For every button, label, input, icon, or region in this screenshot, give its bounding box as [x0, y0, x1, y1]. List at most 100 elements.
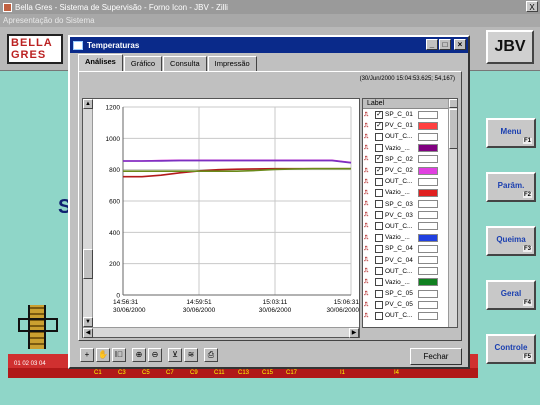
legend-row[interactable]: ⎍ OUT_C... — [363, 221, 457, 232]
legend-row[interactable]: ⎍ OUT_C... — [363, 176, 457, 187]
series-checkbox[interactable]: ✓ — [375, 121, 383, 130]
series-checkbox[interactable] — [375, 222, 383, 231]
series-checkbox[interactable]: ✓ — [375, 166, 383, 175]
series-checkbox[interactable] — [375, 233, 383, 242]
dialog-icon — [73, 40, 83, 50]
legend-row[interactable]: ⎍ ✓ SP_C_02 — [363, 154, 457, 165]
series-style-swatch[interactable] — [418, 121, 438, 130]
menu-button[interactable]: Menu F1 — [486, 118, 536, 148]
series-checkbox[interactable]: ✓ — [375, 110, 383, 119]
chart-scroll-down-icon[interactable]: ▼ — [83, 317, 93, 327]
legend-row[interactable]: ⎍ SP_C_05 — [363, 288, 457, 299]
zoom-in-icon[interactable]: ⊕ — [132, 348, 146, 362]
tag-icon: ⎍ — [364, 156, 369, 163]
controle-button[interactable]: Controle F5 — [486, 334, 536, 364]
series-style-swatch[interactable] — [418, 222, 438, 231]
series-checkbox[interactable] — [375, 177, 383, 186]
tag-icon: ⎍ — [364, 178, 369, 185]
param-button[interactable]: Parâm. F2 — [486, 172, 536, 202]
app-close-button[interactable]: X — [526, 1, 538, 12]
legend-row[interactable]: ⎍ OUT_C... — [363, 310, 457, 321]
series-style-swatch[interactable] — [418, 211, 438, 220]
chart-scroll-thumb[interactable] — [83, 249, 93, 279]
series-checkbox[interactable] — [375, 267, 383, 276]
legend-row[interactable]: ⎍ Vazio_... — [363, 277, 457, 288]
series-checkbox[interactable] — [375, 244, 383, 253]
legend-scroll-up-icon[interactable] — [449, 99, 457, 108]
legend-row[interactable]: ⎍ PV_C_05 — [363, 299, 457, 310]
legend-row[interactable]: ⎍ SP_C_04 — [363, 243, 457, 254]
series-checkbox[interactable] — [375, 144, 383, 153]
series-style-swatch[interactable] — [418, 233, 438, 242]
tab-impressao[interactable]: Impressão — [207, 56, 257, 71]
series-checkbox[interactable] — [375, 132, 383, 141]
series-style-swatch[interactable] — [418, 267, 438, 276]
zoom-out-icon[interactable]: ⊖ — [148, 348, 162, 362]
pan-hand-icon[interactable]: ✋ — [96, 348, 110, 362]
series-checkbox[interactable] — [375, 278, 383, 287]
crosshair-icon[interactable]: + — [80, 348, 94, 362]
queima-button[interactable]: Queima F3 — [486, 226, 536, 256]
series-style-swatch[interactable] — [418, 311, 438, 320]
chart-scroll-up-icon[interactable]: ▲ — [83, 99, 93, 109]
param-key: F2 — [522, 192, 532, 198]
series-style-swatch[interactable] — [418, 244, 438, 253]
legend-scroll-thumb[interactable] — [449, 109, 457, 149]
series-checkbox[interactable] — [375, 300, 383, 309]
legend-row[interactable]: ⎍ PV_C_04 — [363, 254, 457, 265]
chart-scroll-right-icon[interactable]: ▶ — [349, 328, 359, 338]
tab-analises[interactable]: Análises — [78, 54, 123, 71]
series-style-swatch[interactable] — [418, 166, 438, 175]
series-style-swatch[interactable] — [418, 132, 438, 141]
filter-icon[interactable]: ⊻ — [168, 348, 182, 362]
series-style-swatch[interactable] — [418, 110, 438, 119]
geral-button[interactable]: Geral F4 — [486, 280, 536, 310]
series-checkbox[interactable] — [375, 200, 383, 209]
geral-button-label: Geral — [500, 289, 522, 298]
series-checkbox[interactable] — [375, 256, 383, 265]
chart-scroll-left-icon[interactable]: ◀ — [83, 328, 93, 338]
tag-icon: ⎍ — [364, 245, 369, 252]
legend-scrollbar[interactable] — [448, 99, 457, 327]
series-style-swatch[interactable] — [418, 188, 438, 197]
series-checkbox[interactable] — [375, 289, 383, 298]
series-checkbox[interactable] — [375, 188, 383, 197]
close-button[interactable]: × — [454, 39, 466, 50]
x-tick-time: 14:59:51 — [186, 299, 212, 306]
legend-row[interactable]: ⎍ PV_C_03 — [363, 210, 457, 221]
print-icon[interactable]: ⎙ — [204, 348, 218, 362]
series-icon[interactable]: ≋ — [184, 348, 198, 362]
trend-chart-area[interactable]: ▲ ▼ 1200 1000 800 600 400 200 0 14:56:31 30/06/2… — [82, 98, 360, 338]
chart-horizontal-scrollbar[interactable]: ◀ ▶ — [83, 327, 359, 338]
legend-row[interactable]: ⎍ SP_C_03 — [363, 199, 457, 210]
legend-row[interactable]: ⎍ Vazio_... — [363, 143, 457, 154]
dialog-title-bar[interactable]: Temperaturas _ □ × — [70, 37, 468, 53]
series-style-swatch[interactable] — [418, 278, 438, 287]
series-style-swatch[interactable] — [418, 256, 438, 265]
fechar-button[interactable]: Fechar — [410, 348, 462, 365]
maximize-button[interactable]: □ — [439, 39, 451, 50]
series-style-swatch[interactable] — [418, 300, 438, 309]
tab-grafico[interactable]: Gráfico — [123, 56, 163, 71]
legend-row[interactable]: ⎍ ✓ PV_C_01 — [363, 120, 457, 131]
series-style-swatch[interactable] — [418, 144, 438, 153]
cursor-info-icon[interactable]: I⃞ — [112, 348, 126, 362]
series-checkbox[interactable] — [375, 311, 383, 320]
legend-row[interactable]: ⎍ Vazio_... — [363, 187, 457, 198]
legend-row[interactable]: ⎍ Vazio_... — [363, 232, 457, 243]
legend-row[interactable]: ⎍ ✓ PV_C_02 — [363, 165, 457, 176]
legend-row[interactable]: ⎍ ✓ SP_C_01 — [363, 109, 457, 120]
minimize-button[interactable]: _ — [426, 39, 438, 50]
tab-consulta[interactable]: Consulta — [163, 56, 207, 71]
trend-chart[interactable]: 12001000800600400200014:56:3130/06/20001… — [93, 99, 359, 327]
series-style-swatch[interactable] — [418, 155, 438, 164]
chart-vertical-scrollbar[interactable]: ▲ ▼ — [83, 99, 93, 327]
series-style-swatch[interactable] — [418, 289, 438, 298]
series-checkbox[interactable]: ✓ — [375, 155, 383, 164]
legend-row[interactable]: ⎍ OUT_C... — [363, 266, 457, 277]
series-style-swatch[interactable] — [418, 177, 438, 186]
legend-row[interactable]: ⎍ OUT_C... — [363, 131, 457, 142]
series-name: SP_C_02 — [385, 155, 413, 163]
series-checkbox[interactable] — [375, 211, 383, 220]
series-style-swatch[interactable] — [418, 200, 438, 209]
